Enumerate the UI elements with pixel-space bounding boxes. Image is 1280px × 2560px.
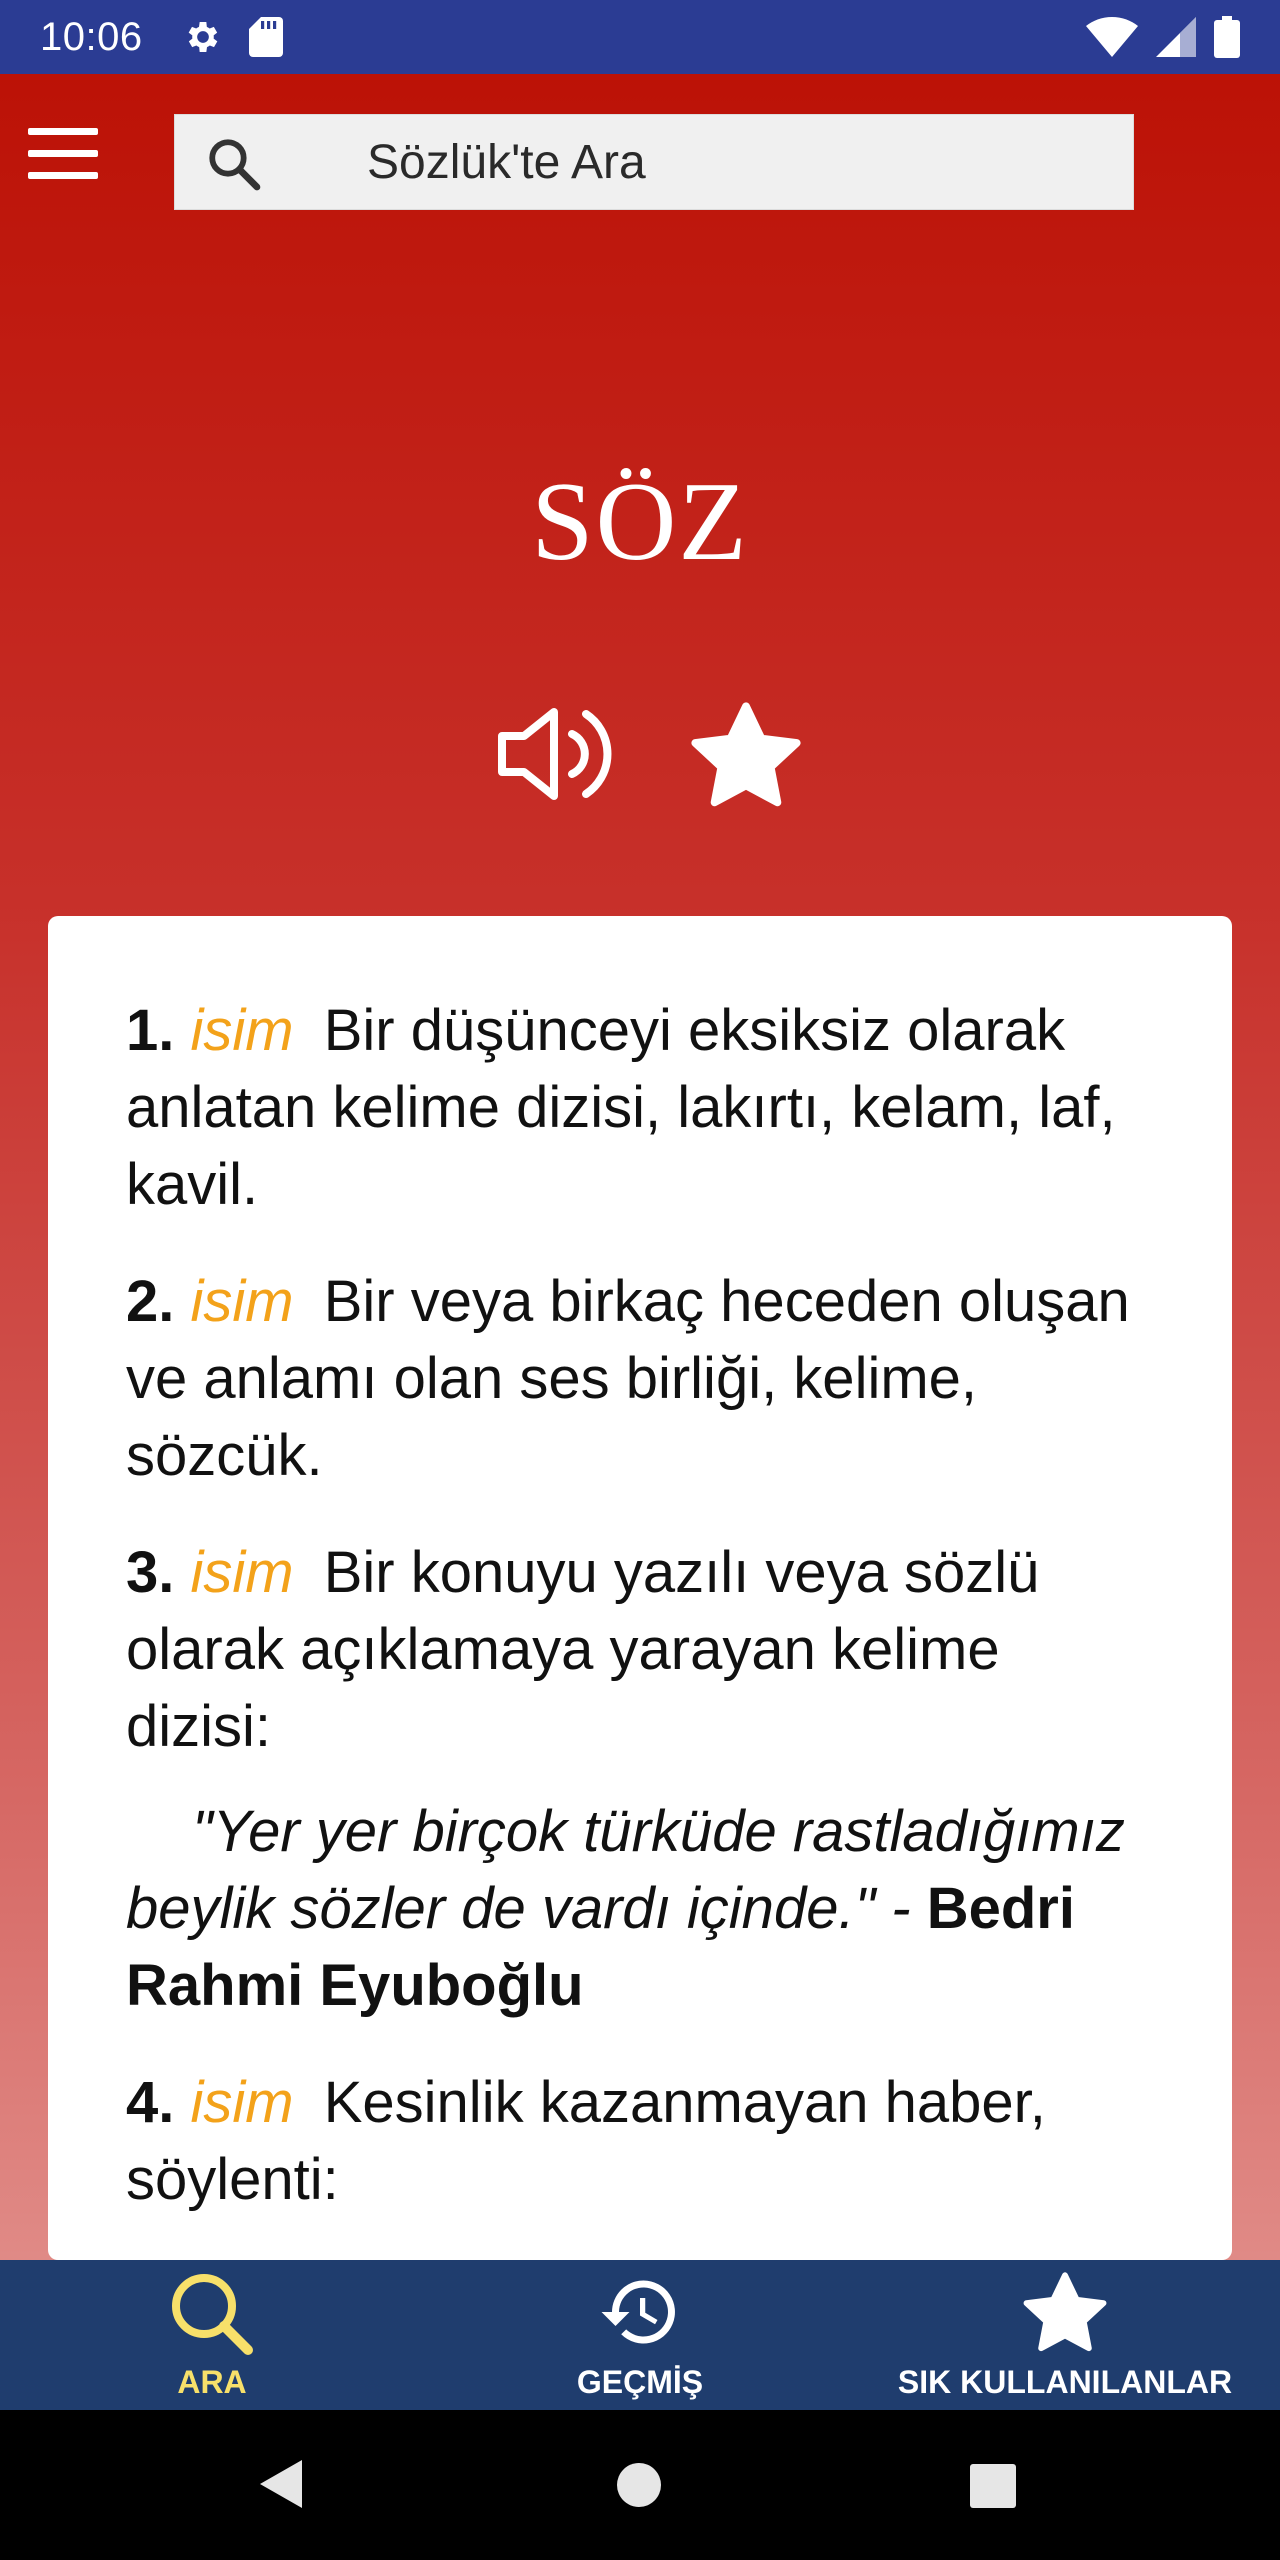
definition-number: 3.	[126, 1540, 175, 1605]
nav-tab-history[interactable]: GEÇMİŞ	[540, 2260, 740, 2410]
star-icon	[1023, 2272, 1107, 2352]
search-icon	[172, 2274, 253, 2355]
definitions-card: 1. isim Bir düşünceyi eksiksiz olarak an…	[48, 916, 1232, 2260]
definition-item: 3. isim Bir konuyu yazılı veya sözlü ola…	[126, 1534, 1154, 1765]
bottom-navigation: ARA GEÇMİŞ SIK KULLANILANLAR	[0, 2260, 1280, 2410]
definition-pos: isim	[190, 1540, 294, 1605]
definition-number: 1.	[126, 998, 175, 1063]
status-time: 10:06	[40, 14, 143, 59]
definition-example: "Yer yer birçok türküde rastladığımız be…	[126, 1793, 1154, 2024]
search-icon	[209, 139, 261, 191]
status-bar: 10:06	[0, 0, 1280, 74]
nav-tab-favorites[interactable]: SIK KULLANILANLAR	[890, 2260, 1240, 2410]
nav-tab-label: SIK KULLANILANLAR	[897, 2364, 1233, 2400]
definition-item: 4. isim Kesinlik kazanmayan haber, söyle…	[126, 2064, 1154, 2218]
search-input[interactable]	[367, 115, 1107, 209]
recents-icon[interactable]	[970, 2464, 1016, 2508]
menu-icon-bar	[28, 172, 98, 179]
signal-icon	[1156, 17, 1196, 57]
menu-icon-bar	[28, 128, 98, 135]
menu-icon-bar	[28, 150, 98, 157]
definition-pos: isim	[190, 1269, 294, 1334]
definition-number: 2.	[126, 1269, 175, 1334]
definition-item: 2. isim Bir veya birkaç heceden oluşan v…	[126, 1263, 1154, 1494]
definition-pos: isim	[190, 2070, 294, 2135]
nav-tab-label: GEÇMİŞ	[576, 2364, 704, 2400]
definition-pos: isim	[190, 998, 294, 1063]
back-icon[interactable]	[256, 2456, 306, 2512]
home-icon[interactable]	[616, 2462, 662, 2508]
sd-card-icon	[248, 17, 283, 57]
nav-tab-search[interactable]: ARA	[112, 2260, 312, 2410]
speaker-icon[interactable]	[494, 704, 622, 804]
battery-icon	[1214, 16, 1240, 58]
nav-tab-label: ARA	[177, 2364, 247, 2400]
system-navigation-bar	[0, 2410, 1280, 2560]
search-bar[interactable]	[174, 114, 1134, 210]
definition-item: 1. isim Bir düşünceyi eksiksiz olarak an…	[126, 992, 1154, 1223]
history-icon	[601, 2280, 675, 2344]
example-separator: -	[875, 1876, 927, 1941]
word-title: SÖZ	[531, 460, 749, 584]
wifi-icon	[1086, 17, 1138, 57]
star-icon[interactable]	[688, 700, 804, 812]
gear-icon	[188, 22, 217, 52]
definition-number: 4.	[126, 2070, 175, 2135]
menu-button[interactable]	[28, 128, 104, 188]
